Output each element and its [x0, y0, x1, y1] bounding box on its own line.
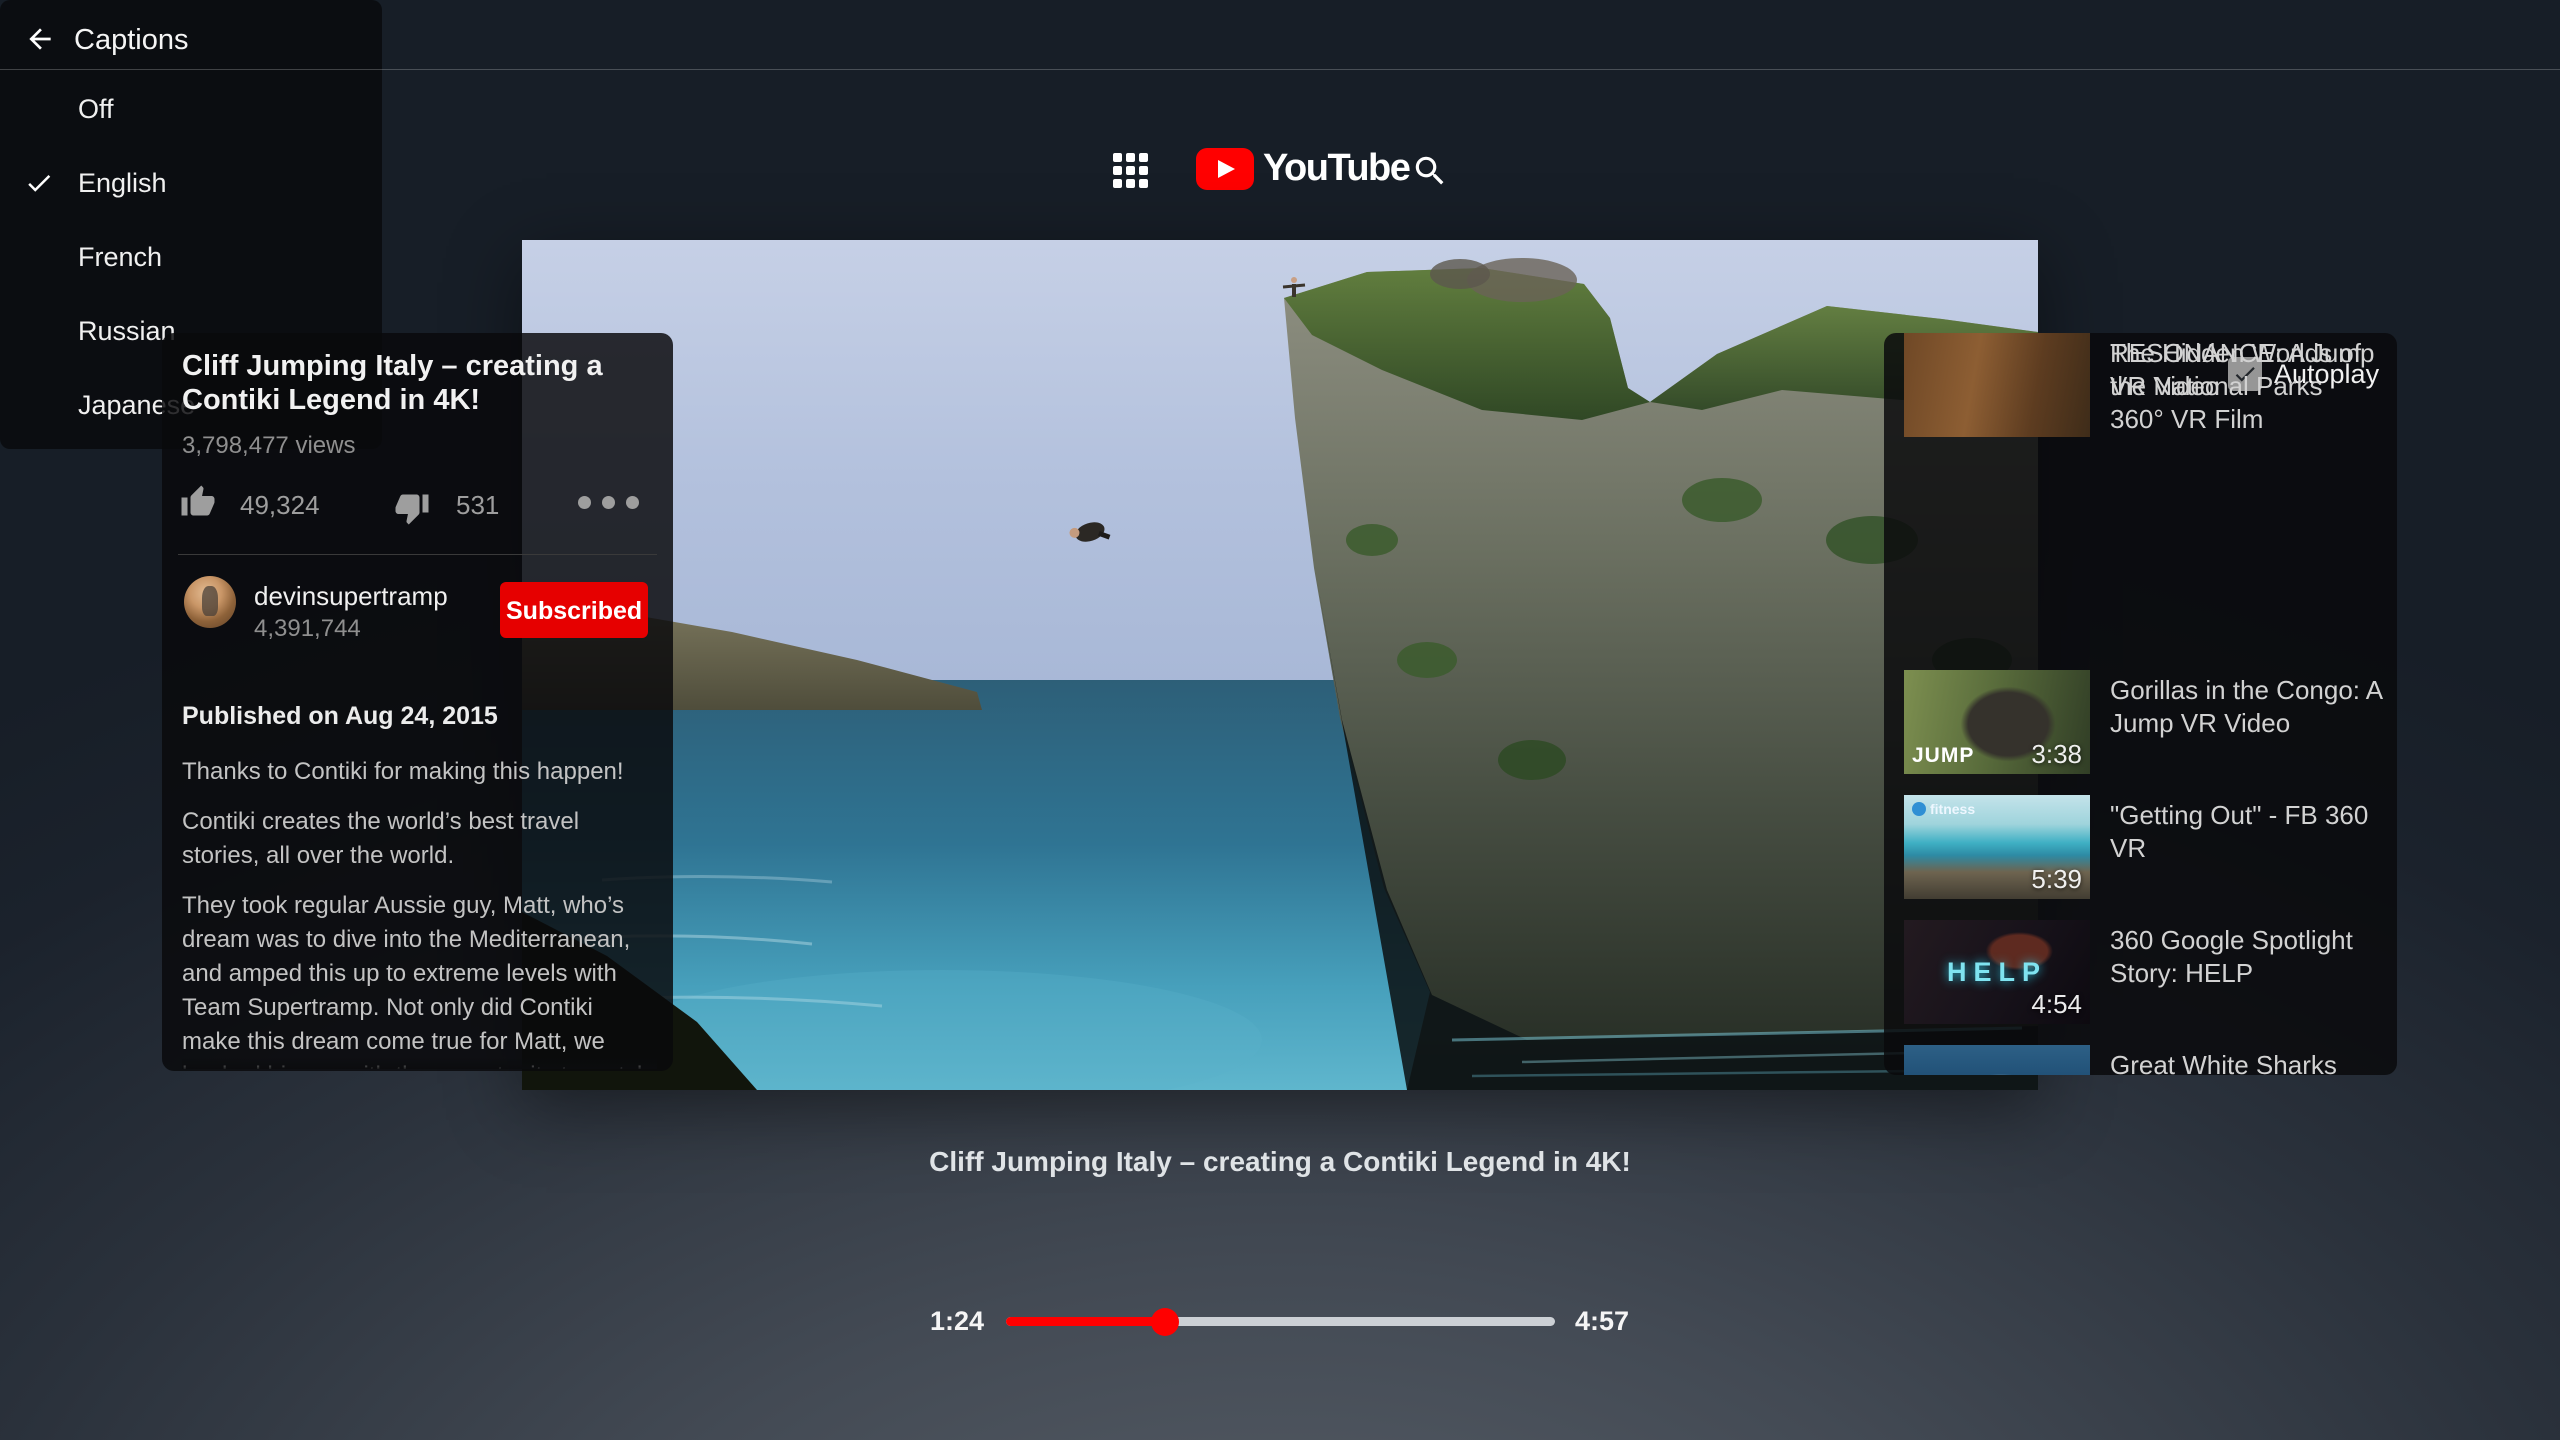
current-time: 1:24: [929, 1306, 984, 1336]
description-paragraph: Contiki creates the world’s best travel …: [182, 808, 580, 869]
captions-menu-header: Captions: [0, 0, 2560, 69]
video-thumbnail: 4:05: [1904, 1045, 2090, 1075]
caption-option-off[interactable]: Off: [0, 72, 2560, 146]
up-next-title: RESONANCE: A Jump VR Video: [2110, 338, 2375, 401]
video-thumbnail: [1904, 333, 2090, 437]
up-next-item[interactable]: RESONANCE: A Jump VR Video: [1904, 333, 2382, 449]
publish-date: Published on Aug 24, 2015: [182, 702, 498, 730]
video-thumbnail: JUMP 3:38: [1904, 670, 2090, 774]
back-arrow-icon[interactable]: [24, 23, 56, 55]
up-next-title: 360 Google Spotlight Story: HELP: [2110, 925, 2353, 988]
like-count: 49,324: [240, 490, 320, 520]
caption-option-label: French: [78, 242, 163, 272]
up-next-item[interactable]: 4:05 Great White Sharks 360 Video 4K!!: [1904, 1045, 2382, 1075]
youtube-tv-screen: YouTube Cliff Jumping Italy – creating a…: [0, 0, 2560, 1440]
subscribed-button[interactable]: Subscribed: [500, 582, 648, 638]
playback-controls: [0, 1200, 2560, 1310]
subscriber-count: 4,391,744: [254, 615, 361, 642]
video-frame: [522, 240, 2038, 1090]
thumbnail-overlay-text: JUMP: [1912, 744, 1975, 767]
up-next-title: Gorillas in the Congo: A Jump VR Video: [2110, 675, 2382, 738]
player-video-title: Cliff Jumping Italy – creating a Contiki…: [929, 1146, 1631, 1177]
video-info-panel: Cliff Jumping Italy – creating a Contiki…: [162, 333, 673, 1071]
up-next-item[interactable]: JUMP 3:38 Gorillas in the Congo: A Jump …: [1904, 670, 2382, 786]
total-time: 4:57: [1575, 1306, 1630, 1336]
thumbs-up-icon[interactable]: [180, 484, 216, 520]
up-next-title: "Getting Out" - FB 360 VR: [2110, 800, 2369, 863]
channel-avatar[interactable]: [184, 576, 236, 628]
caption-option-label: Russian: [78, 316, 176, 346]
video-duration: 4:54: [2031, 989, 2082, 1019]
video-player[interactable]: [522, 240, 2038, 1090]
up-next-panel: Up Next Autoplay JUMP 3:38 Gorillas in t…: [1884, 333, 2397, 1075]
check-icon: [28, 174, 51, 192]
description-fade: [182, 1057, 657, 1069]
thumbs-down-icon[interactable]: [394, 490, 430, 526]
caption-option-english[interactable]: English: [0, 146, 2560, 220]
progress-track[interactable]: [1006, 1308, 1555, 1336]
progress-fill: [1006, 1317, 1166, 1326]
caption-option-label: English: [78, 168, 167, 198]
captions-menu-title: Captions: [74, 24, 189, 56]
progress-knob[interactable]: [1151, 1308, 1180, 1336]
like-dislike-row: 49,324 531: [178, 482, 657, 528]
video-description: Thanks to Contiki for making this happen…: [182, 755, 657, 1069]
video-thumbnail: HELP 4:54: [1904, 920, 2090, 1024]
progress-bar-row: 1:24 4:57: [0, 1300, 2560, 1360]
up-next-title: Great White Sharks 360 Video 4K!!: [2110, 1050, 2337, 1075]
dislike-count: 531: [456, 490, 500, 520]
channel-name[interactable]: devinsupertramp: [254, 581, 448, 612]
up-next-item[interactable]: HELP 4:54 360 Google Spotlight Story: HE…: [1904, 920, 2382, 1036]
up-next-item[interactable]: fitness 5:39 "Getting Out" - FB 360 VR: [1904, 795, 2382, 911]
video-duration: 3:38: [2031, 739, 2082, 769]
video-duration: 5:39: [2031, 864, 2082, 894]
thumbnail-overlay-text: fitness: [1912, 801, 1975, 817]
description-paragraph: They took regular Aussie guy, Matt, who’…: [182, 892, 650, 1069]
description-paragraph: Thanks to Contiki for making this happen…: [182, 758, 624, 785]
divider: [178, 554, 657, 555]
three-dots-icon[interactable]: [578, 496, 639, 509]
thumbnail-overlay-text: HELP: [1946, 957, 2047, 988]
divider: [0, 69, 2560, 70]
caption-option-label: Off: [78, 94, 114, 124]
video-title: Cliff Jumping Italy – creating a Contiki…: [182, 350, 603, 416]
view-count: 3,798,477 views: [182, 432, 356, 459]
video-thumbnail: fitness 5:39: [1904, 795, 2090, 899]
